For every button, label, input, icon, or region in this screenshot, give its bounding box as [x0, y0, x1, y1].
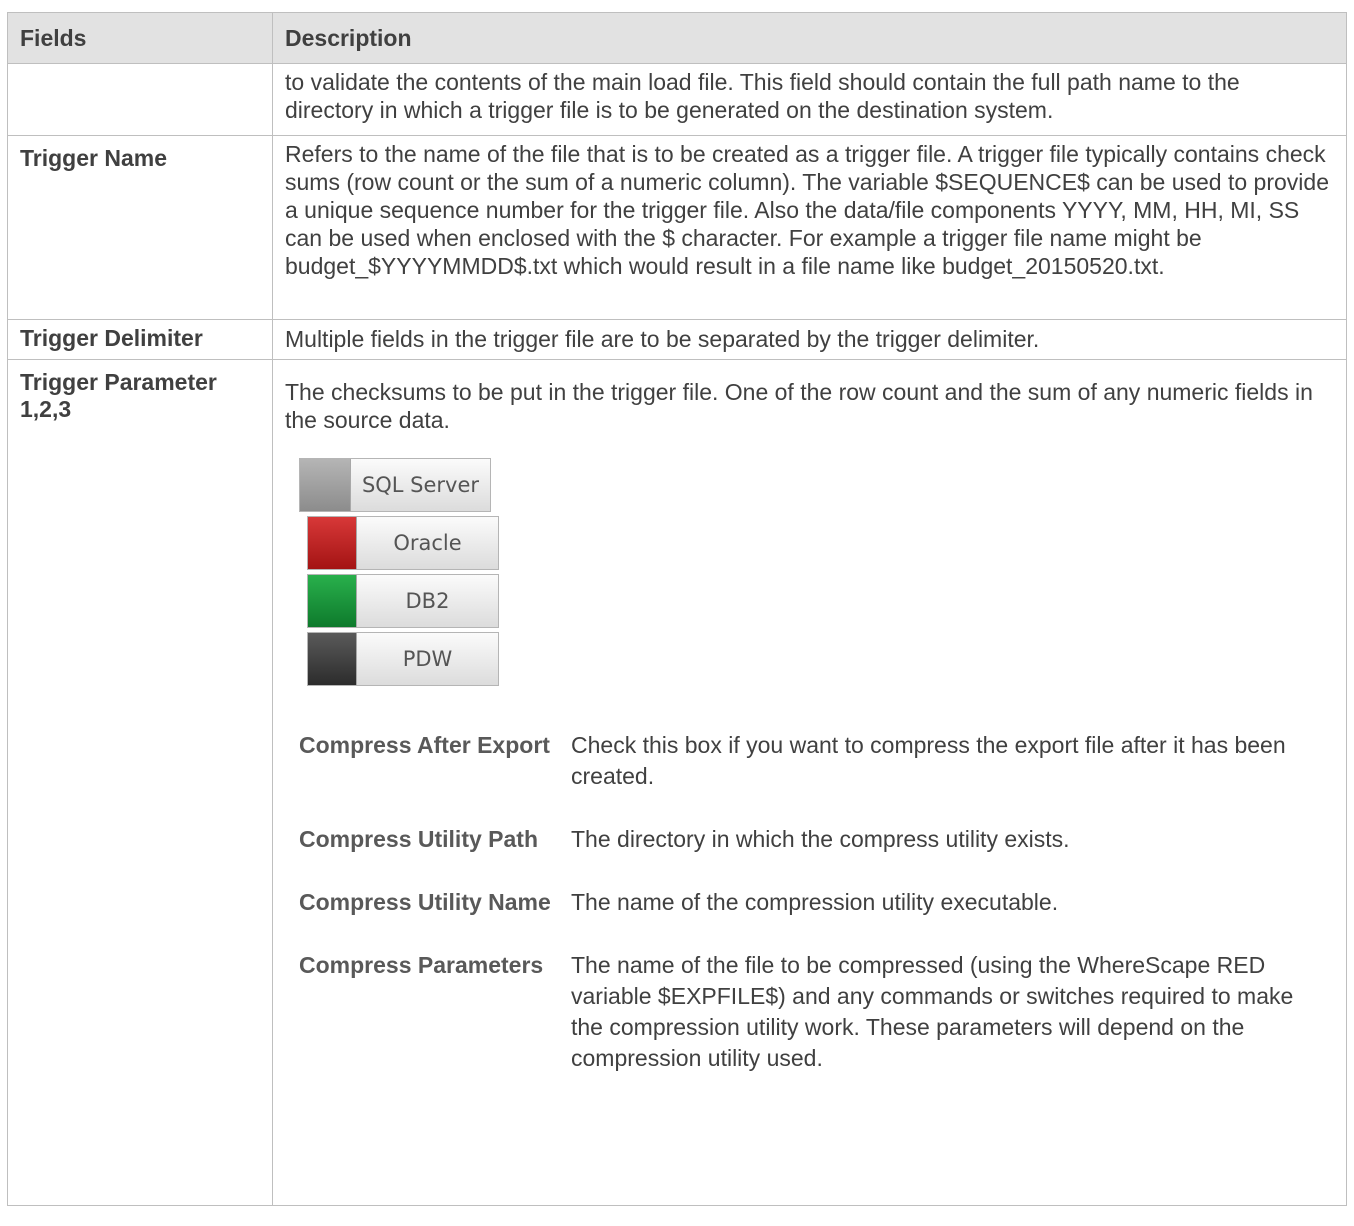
db-button-oracle[interactable]: Oracle	[307, 516, 499, 570]
sub-table-row: Compress After Export Check this box if …	[299, 730, 1331, 824]
db-button-db2[interactable]: DB2	[307, 574, 499, 628]
db-button-label: Oracle	[393, 531, 462, 555]
db-button-label: SQL Server	[361, 473, 480, 497]
db-color-swatch	[300, 459, 351, 511]
table-row: Trigger Name Refers to the name of the f…	[7, 135, 1347, 320]
db-button-sql-server[interactable]: SQL Server	[299, 458, 491, 512]
sub-field-description: Check this box if you want to compress t…	[571, 732, 1286, 789]
sub-field-description: The directory in which the compress util…	[571, 826, 1070, 852]
description-cell: to validate the contents of the main loa…	[272, 63, 1347, 136]
header-fields: Fields	[7, 12, 273, 64]
description-cell: Multiple fields in the trigger file are …	[272, 319, 1347, 360]
table-header-row: Fields Description	[7, 12, 1347, 64]
field-cell: Trigger Name	[7, 135, 273, 320]
sub-field-name: Compress After Export	[299, 732, 550, 758]
db-button-pdw[interactable]: PDW	[307, 632, 499, 686]
fields-table: Fields Description to validate the conte…	[7, 12, 1347, 1206]
db-color-swatch	[308, 517, 357, 569]
table-row: Trigger Delimiter Multiple fields in the…	[7, 319, 1347, 360]
database-selector: SQL Server Oracle DB2 PDW	[299, 458, 499, 694]
description-cell: The checksums to be put in the trigger f…	[272, 359, 1347, 1206]
db-color-swatch	[308, 575, 357, 627]
compress-fields-table: Compress After Export Check this box if …	[299, 730, 1331, 1106]
field-cell: Trigger Delimiter	[7, 319, 273, 360]
sub-table-row: Compress Utility Name The name of the co…	[299, 887, 1331, 950]
db-button-label: PDW	[402, 647, 453, 671]
sub-field-description: The name of the file to be compressed (u…	[571, 952, 1294, 1071]
header-description: Description	[272, 12, 1347, 64]
sub-table-row: Compress Parameters The name of the file…	[299, 950, 1331, 1106]
table-row: Trigger Parameter 1,2,3 The checksums to…	[7, 359, 1347, 1206]
description-cell: Refers to the name of the file that is t…	[272, 135, 1347, 320]
db-button-label: DB2	[405, 589, 450, 613]
sub-table-row: Compress Utility Path The directory in w…	[299, 824, 1331, 887]
table-row: to validate the contents of the main loa…	[7, 63, 1347, 136]
field-cell: Trigger Parameter 1,2,3	[7, 359, 273, 1206]
description-text: The checksums to be put in the trigger f…	[285, 379, 1313, 433]
sub-field-name: Compress Parameters	[299, 952, 544, 978]
db-color-swatch	[308, 633, 357, 685]
field-cell	[7, 63, 273, 136]
sub-field-description: The name of the compression utility exec…	[571, 889, 1059, 915]
sub-field-name: Compress Utility Path	[299, 826, 538, 852]
sub-field-name: Compress Utility Name	[299, 889, 551, 915]
